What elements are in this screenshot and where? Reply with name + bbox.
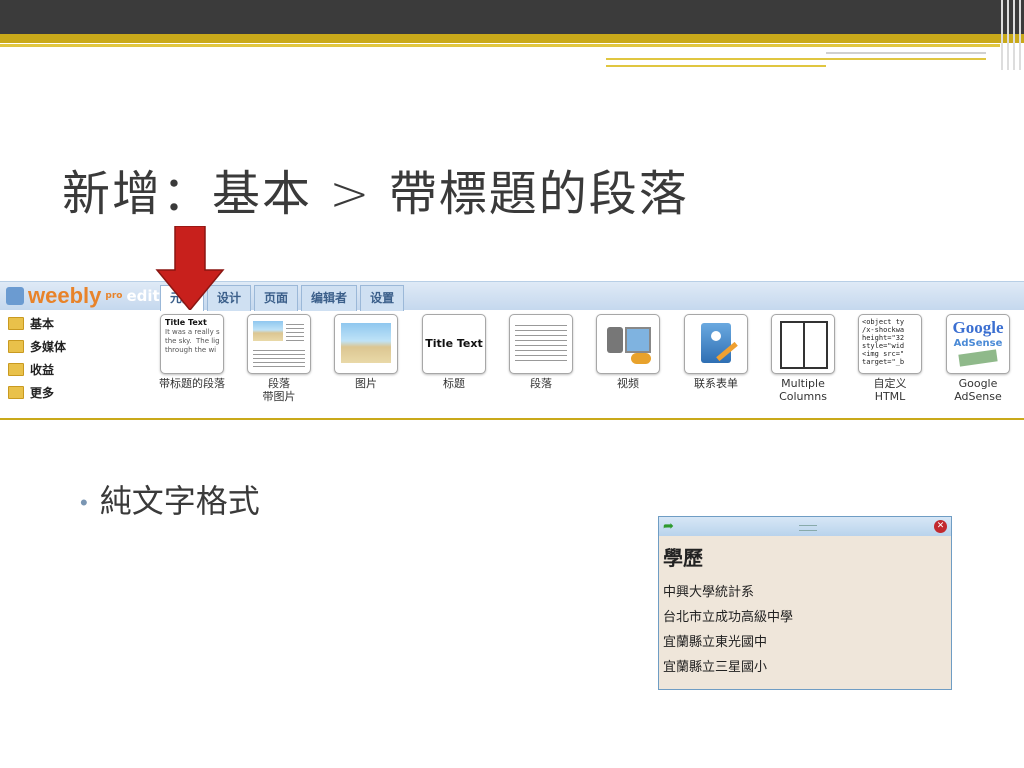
beach-thumb: [253, 321, 283, 341]
columns-icon: [771, 314, 835, 374]
element-custom-html[interactable]: <object ty /x-shockwa height="32 style="…: [850, 314, 930, 403]
folder-icon: [8, 363, 24, 376]
paragraph-image-icon: [247, 314, 311, 374]
money-icon: [958, 349, 998, 367]
category-label: 收益: [30, 363, 55, 377]
element-label: Google AdSense: [954, 377, 1002, 403]
widget-line[interactable]: 宜蘭縣立東光國中: [663, 631, 951, 650]
beach-thumb: [341, 323, 391, 363]
element-multiple-columns[interactable]: Multiple Columns: [763, 314, 843, 403]
logo-pro: pro: [105, 291, 123, 301]
element-label: 联系表单: [694, 377, 738, 390]
google-logo: Google: [952, 318, 1004, 337]
text-lines: [515, 321, 567, 365]
element-label: 视频: [617, 377, 639, 390]
widget-heading[interactable]: 學歷: [663, 542, 951, 571]
columns-shape: [780, 321, 828, 369]
top-gold-band: [0, 34, 1024, 43]
close-icon[interactable]: ✕: [934, 520, 947, 533]
move-arrow-icon[interactable]: ➦: [663, 519, 674, 534]
adsense-icon: Google AdSense: [946, 314, 1010, 374]
thumb-text: It was a really s the sky. The lig throu…: [165, 328, 220, 354]
camera-screen: [625, 327, 651, 353]
element-palette: Title Text It was a really s the sky. Th…: [152, 314, 1024, 414]
category-label: 多媒体: [30, 340, 67, 354]
category-label: 更多: [30, 386, 55, 400]
text-lines: [286, 321, 304, 341]
category-more[interactable]: 更多: [0, 381, 150, 404]
element-label: 段落: [530, 377, 552, 390]
title-icon: Title Text: [422, 314, 486, 374]
element-paragraph-image[interactable]: 段落 带图片: [239, 314, 319, 403]
thumb-title: Title Text: [425, 337, 483, 350]
element-paragraph[interactable]: 段落: [501, 314, 581, 390]
tab-editors[interactable]: 编辑者: [301, 285, 358, 311]
element-image[interactable]: 图片: [326, 314, 406, 390]
video-icon: [596, 314, 660, 374]
weebly-logo-icon: [6, 287, 24, 305]
element-label: 带标题的段落: [159, 377, 225, 390]
element-label: 自定义 HTML: [873, 377, 907, 403]
folder-icon: [8, 386, 24, 399]
text-lines: [253, 347, 305, 367]
element-label: 标题: [443, 377, 465, 390]
widget-line[interactable]: 中興大學統計系: [663, 581, 951, 600]
element-label: Multiple Columns: [779, 377, 827, 403]
corner-decoration: [990, 0, 1024, 70]
folder-icon: [8, 340, 24, 353]
element-label: 图片: [355, 377, 377, 390]
widget-line[interactable]: 台北市立成功高級中學: [663, 606, 951, 625]
widget-line[interactable]: 宜蘭縣立三星國小: [663, 656, 951, 675]
element-contact-form[interactable]: 联系表单: [676, 314, 756, 390]
image-icon: [334, 314, 398, 374]
top-gold-line: [0, 44, 1000, 47]
category-revenue[interactable]: 收益: [0, 358, 150, 381]
adsense-logo: AdSense: [953, 338, 1003, 349]
slide-title: 新增：基本 > 帶標題的段落: [62, 166, 689, 222]
title-paragraph-example: ➦ ✕ 學歷 中興大學統計系 台北市立成功高級中學 宜蘭縣立東光國中 宜蘭縣立三…: [658, 516, 952, 690]
decor-line: [606, 65, 826, 67]
element-title[interactable]: Title Text 标题: [414, 314, 494, 390]
thumb-title: Title Text: [165, 318, 207, 327]
element-categories: 基本 多媒体 收益 更多: [0, 312, 150, 404]
person-head: [711, 331, 721, 341]
decor-line: [826, 52, 986, 54]
bullet-item: • 純文字格式: [80, 476, 260, 522]
widget-handle-bar[interactable]: ➦ ✕: [659, 517, 951, 536]
editor-tab-row: weebly pro editor 元素 设计 页面 编辑者 设置: [0, 282, 1024, 311]
bullet-text: 純文字格式: [99, 482, 260, 520]
folder-icon: [8, 317, 24, 330]
slide-top-bar: [0, 0, 1024, 47]
category-basic[interactable]: 基本: [0, 312, 150, 335]
paragraph-icon: [509, 314, 573, 374]
code-snippet: <object ty /x-shockwa height="32 style="…: [862, 318, 905, 366]
element-label: 段落 带图片: [262, 377, 296, 403]
weebly-logo: weebly pro editor: [6, 283, 177, 308]
camera-body: [607, 327, 623, 353]
bullet-dot-icon: •: [80, 491, 88, 516]
element-video[interactable]: 视频: [588, 314, 668, 390]
red-arrow-icon: [155, 226, 225, 310]
weebly-editor-toolbar: weebly pro editor 元素 设计 页面 编辑者 设置 基本 多媒体…: [0, 281, 1024, 420]
tab-settings[interactable]: 设置: [360, 285, 405, 311]
element-title-paragraph[interactable]: Title Text It was a really s the sky. Th…: [152, 314, 232, 390]
drag-grip-icon[interactable]: [799, 525, 817, 531]
pro-badge: [631, 353, 651, 364]
tab-pages[interactable]: 页面: [254, 285, 299, 311]
contact-form-icon: [684, 314, 748, 374]
title-paragraph-icon: Title Text It was a really s the sky. Th…: [160, 314, 224, 374]
element-adsense[interactable]: Google AdSense Google AdSense: [938, 314, 1018, 403]
custom-html-icon: <object ty /x-shockwa height="32 style="…: [858, 314, 922, 374]
category-multimedia[interactable]: 多媒体: [0, 335, 150, 358]
category-label: 基本: [30, 317, 55, 331]
decor-line: [606, 58, 986, 60]
logo-text: weebly: [28, 283, 102, 308]
